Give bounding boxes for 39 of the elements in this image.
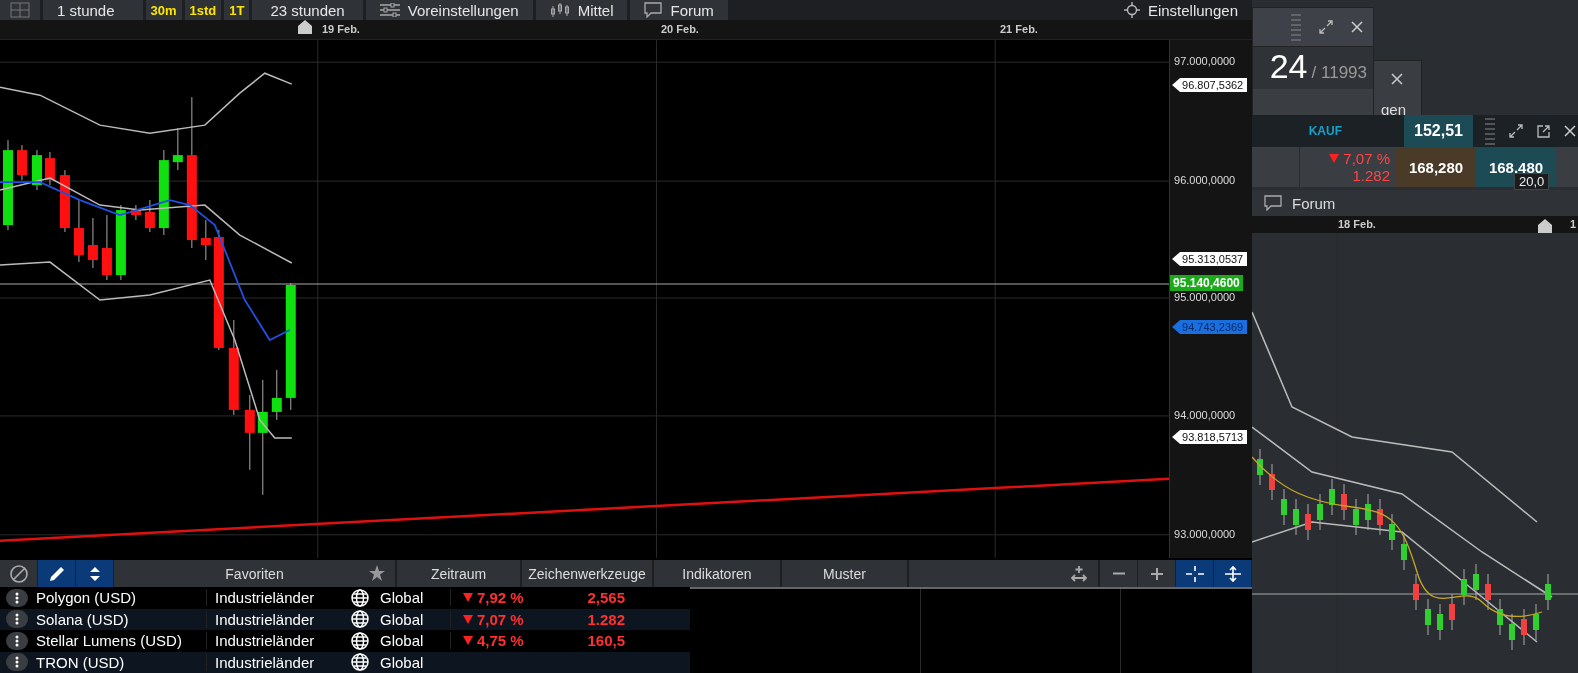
- value-cell: 2,565: [587, 589, 625, 607]
- counter-total: / 11993: [1311, 63, 1367, 83]
- region-cell-text: Global: [380, 653, 425, 671]
- market-cell: Industrieländer: [206, 589, 340, 607]
- market-cell: Industrieländer: [206, 610, 340, 628]
- date-label: 21 Feb.: [1000, 23, 1038, 35]
- date-label: 20 Feb.: [661, 23, 699, 35]
- name-cell-text: Solana (USD): [36, 610, 130, 628]
- region-cell-text: Global: [380, 632, 425, 650]
- name-cell-text: Polygon (USD): [36, 589, 138, 607]
- date-label: 18 Feb.: [1338, 218, 1376, 230]
- market-cell: Industrieländer: [206, 653, 340, 671]
- region-cell-text: Global: [380, 589, 425, 607]
- change-cell: 7,92 %: [477, 589, 524, 607]
- price-axis-label: 94.000,0000: [1174, 409, 1236, 421]
- price-tag: 95.313,0537: [1172, 252, 1248, 266]
- value-cell: 160,5: [587, 632, 625, 650]
- value-cell: 1.282: [587, 610, 625, 628]
- price-axis-label: 95.000,0000: [1174, 291, 1236, 303]
- date-label: 1: [1570, 218, 1577, 230]
- name-cell-text: Stellar Lumens (USD): [36, 632, 183, 650]
- region-cell-text: Global: [380, 610, 425, 628]
- change-label: 7,07 %: [1343, 150, 1390, 167]
- counter-value: 24: [1269, 47, 1308, 86]
- price-axis-label: 97.000,0000: [1174, 55, 1236, 67]
- price-tag: 94.743,2369: [1172, 320, 1248, 334]
- price-axis-label: 93.000,0000: [1174, 528, 1236, 540]
- buy-label: KAUF: [1307, 124, 1343, 138]
- name-cell-text: TRON (USD): [36, 653, 126, 671]
- change-cell: 7,07 %: [477, 610, 524, 628]
- spread-tooltip: 20,0: [1514, 173, 1550, 190]
- date-label: 19 Feb.: [322, 23, 360, 35]
- market-cell: Industrieländer: [206, 632, 340, 650]
- price-tag: 93.818,5713: [1172, 430, 1248, 444]
- price-tag: 95.140,4600: [1170, 275, 1243, 291]
- price-axis-label: 96.000,0000: [1174, 174, 1236, 186]
- change-cell: 4,75 %: [477, 632, 524, 650]
- change-value: 1.282: [1352, 167, 1390, 184]
- price-tag: 96.807,5362: [1172, 78, 1248, 92]
